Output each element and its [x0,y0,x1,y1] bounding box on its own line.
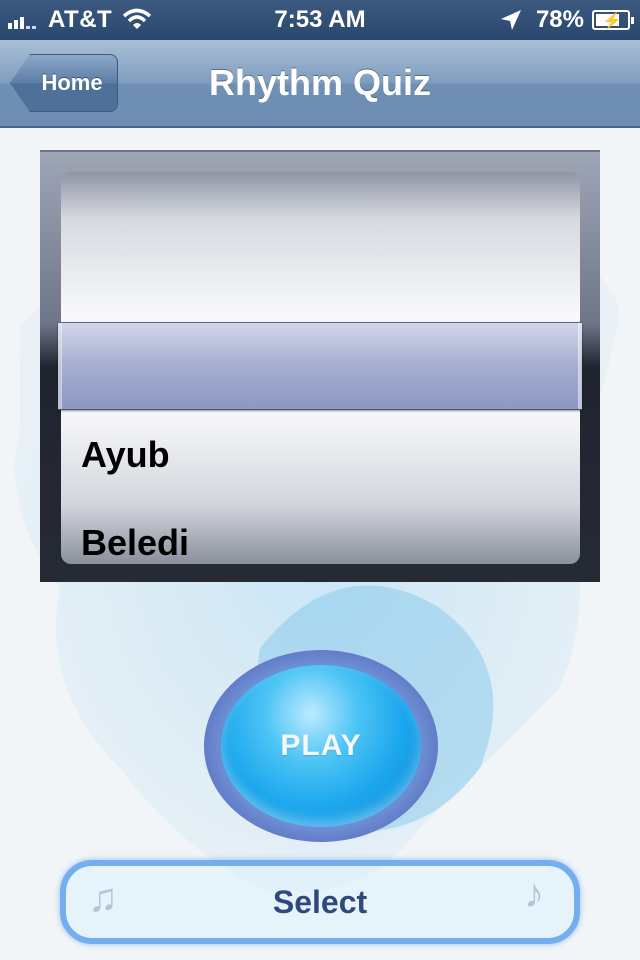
rhythm-picker[interactable]: Ayub Beledi [40,150,600,582]
play-button[interactable]: PLAY [204,650,438,842]
battery-charging-icon: ⚡ [592,10,634,30]
picker-item-beledi[interactable]: Beledi [81,522,189,564]
music-note-icon: ♪ [524,872,544,916]
battery-percent: 78% [535,6,584,33]
select-button-label: Select [272,883,368,920]
play-button-label: PLAY [280,729,362,762]
picker-selection-indicator [58,322,582,410]
music-note-icon: ♫ [88,876,118,920]
select-button[interactable]: ♫ Select ♪ [60,860,580,944]
status-right: 78% ⚡ [500,6,634,34]
status-bar: AT&T 7:53 AM 78% ⚡ [0,0,640,40]
location-arrow-icon [500,10,521,30]
play-button-inner: PLAY [221,665,421,827]
picker-item-ayub[interactable]: Ayub [81,434,170,476]
page-title: Rhythm Quiz [209,62,431,103]
navigation-bar: Home Rhythm Quiz [0,40,640,128]
